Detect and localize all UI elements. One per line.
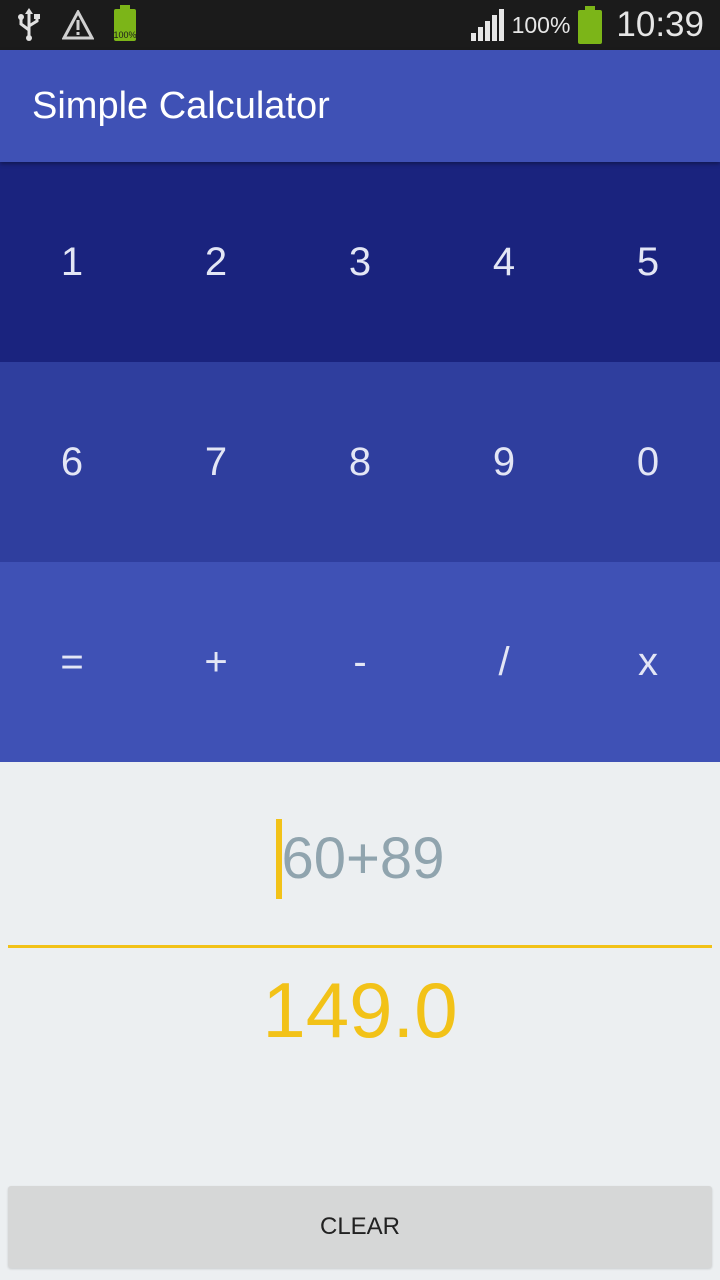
key-7[interactable]: 7 <box>144 362 288 562</box>
usb-icon <box>16 8 42 42</box>
key-8[interactable]: 8 <box>288 362 432 562</box>
status-left: 100% <box>0 0 137 50</box>
result-text: 149.0 <box>262 966 458 1054</box>
key-1[interactable]: 1 <box>0 162 144 362</box>
app-title: Simple Calculator <box>32 84 330 127</box>
key-6[interactable]: 6 <box>0 362 144 562</box>
key-divide[interactable]: / <box>432 562 576 762</box>
status-bar: 100% 100% 10:39 <box>0 0 720 50</box>
key-0[interactable]: 0 <box>576 362 720 562</box>
key-equals[interactable]: = <box>0 562 144 762</box>
keypad-row-3: = + - / x <box>0 562 720 762</box>
key-9[interactable]: 9 <box>432 362 576 562</box>
battery-icon <box>578 6 603 44</box>
app-root: 100% 100% 10:39 Simple Calculator 1 2 3 … <box>0 0 720 1280</box>
key-5[interactable]: 5 <box>576 162 720 362</box>
key-plus[interactable]: + <box>144 562 288 762</box>
app-bar: Simple Calculator <box>0 50 720 162</box>
keypad-row-2: 6 7 8 9 0 <box>0 362 720 562</box>
clear-button[interactable]: CLEAR <box>8 1186 712 1268</box>
key-2[interactable]: 2 <box>144 162 288 362</box>
key-3[interactable]: 3 <box>288 162 432 362</box>
key-multiply[interactable]: x <box>576 562 720 762</box>
battery-small-icon: 100% <box>113 5 137 41</box>
key-minus[interactable]: - <box>288 562 432 762</box>
battery-percent: 100% <box>511 11 571 38</box>
status-right: 100% 10:39 <box>470 0 720 50</box>
keypad-row-1: 1 2 3 4 5 <box>0 162 720 362</box>
battery-small-label: 100% <box>113 30 137 40</box>
keypad: 1 2 3 4 5 6 7 8 9 0 = + - / x <box>0 162 720 762</box>
expression-input[interactable]: 60+89 <box>8 800 712 948</box>
clock: 10:39 <box>616 5 704 44</box>
expression-wrap: 60+89 <box>275 818 445 899</box>
signal-icon <box>470 9 504 41</box>
key-4[interactable]: 4 <box>432 162 576 362</box>
expression-text: 60+89 <box>281 826 445 891</box>
warning-icon <box>62 10 94 40</box>
